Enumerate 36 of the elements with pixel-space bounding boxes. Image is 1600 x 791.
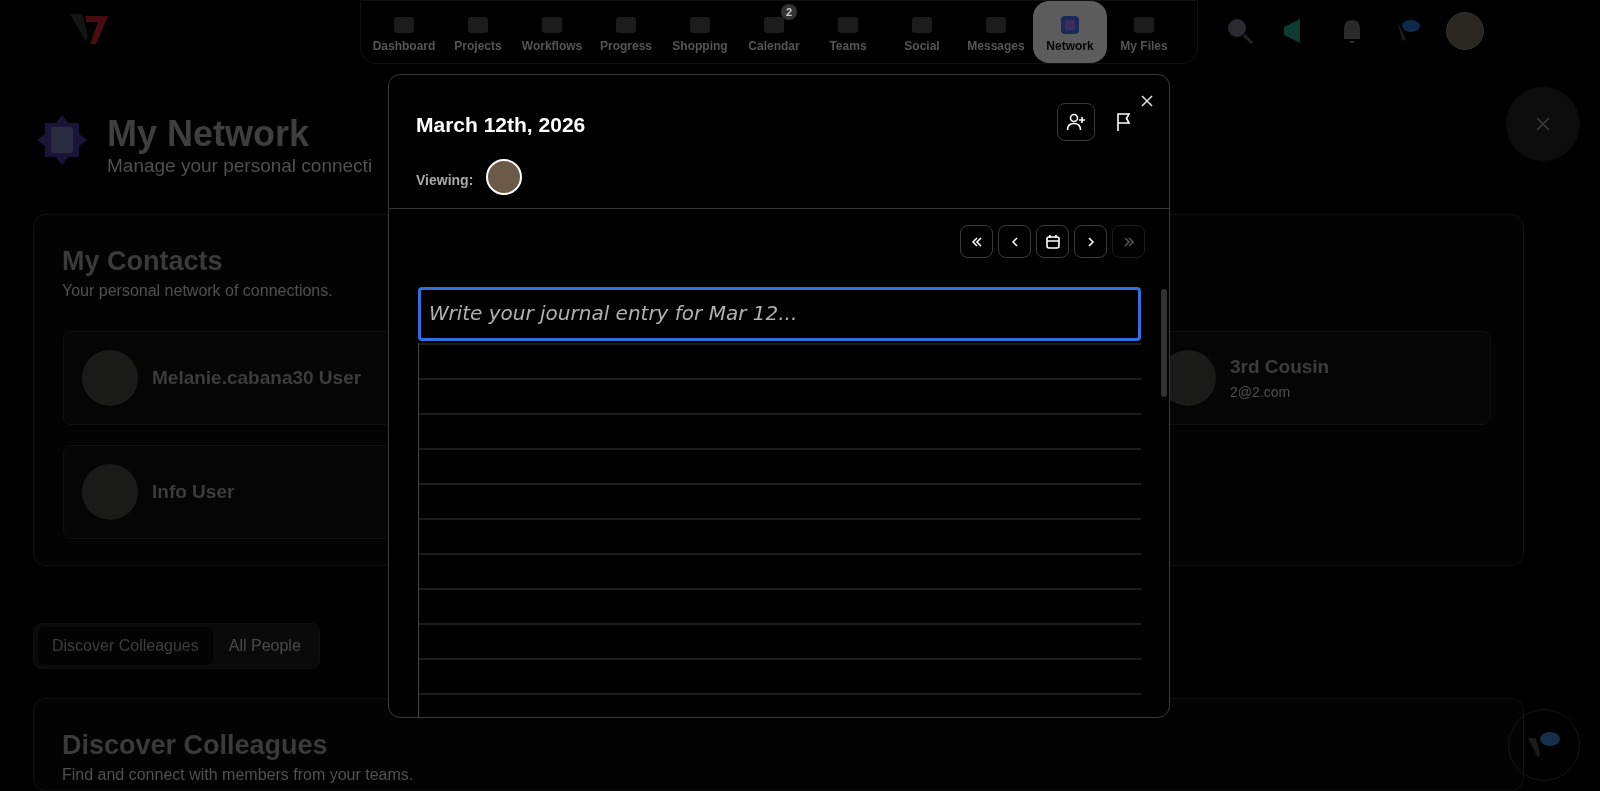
add-person-button[interactable] xyxy=(1057,103,1095,141)
nav-tab[interactable]: Network xyxy=(1033,1,1107,63)
calendar-icon xyxy=(1045,234,1060,249)
section-subtitle: Find and connect with members from your teams. xyxy=(62,765,414,785)
nav-tab[interactable]: Dashboard xyxy=(367,1,441,63)
close-icon xyxy=(1536,117,1550,131)
scrollbar-thumb[interactable] xyxy=(1161,289,1167,397)
section-subtitle: Your personal network of connections. xyxy=(62,281,333,301)
nav-tab[interactable]: Workflows xyxy=(515,1,589,63)
nav-tab[interactable]: Messages xyxy=(959,1,1033,63)
nav-tab[interactable]: Shopping xyxy=(663,1,737,63)
nav-tab[interactable]: Calendar 2 xyxy=(737,1,811,63)
nav-tab[interactable]: Progress xyxy=(589,1,663,63)
nav-tab[interactable]: Projects xyxy=(441,1,515,63)
double-chevron-right-icon xyxy=(1123,236,1134,247)
nav-tab[interactable]: Social xyxy=(885,1,959,63)
contact-email: 2@2.com xyxy=(1230,382,1292,402)
nav-tab[interactable]: Teams xyxy=(811,1,885,63)
add-person-icon xyxy=(1066,112,1086,132)
close-icon[interactable] xyxy=(1141,95,1153,107)
chat-logo-icon xyxy=(1526,730,1562,760)
page-title: My Network xyxy=(107,113,311,155)
chevron-left-icon xyxy=(1011,236,1018,247)
count-badge: 2 xyxy=(781,4,797,20)
double-chevron-left-icon xyxy=(971,236,982,247)
chevron-right-icon xyxy=(1087,236,1094,247)
viewing-label: Viewing: xyxy=(416,171,474,190)
nav-button[interactable] xyxy=(1036,225,1069,258)
tab[interactable]: Discover Colleagues xyxy=(38,627,213,665)
page-subtitle: Manage your personal connecti xyxy=(107,155,373,177)
journal-entry-field[interactable]: Write your journal entry for Mar 12... xyxy=(418,287,1141,341)
dialog-title: March 12th, 2026 xyxy=(416,112,586,138)
nav-button[interactable] xyxy=(960,225,993,258)
network-app-icon xyxy=(35,113,89,167)
tab[interactable]: All People xyxy=(214,627,315,665)
nav-tab[interactable]: My Files xyxy=(1107,1,1181,63)
